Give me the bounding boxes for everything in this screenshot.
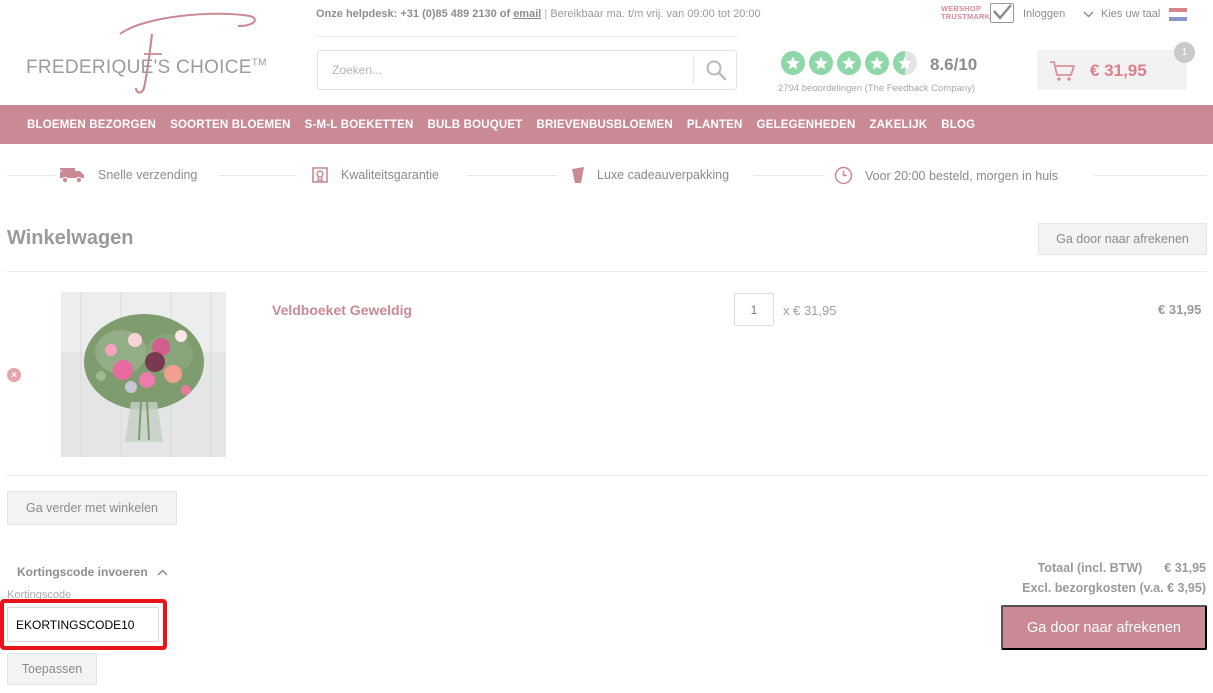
coupon-toggle[interactable]: Kortingscode invoeren xyxy=(17,565,168,579)
feedback-rating[interactable]: 8.6/10 2794 beoordelingen (The Feedback … xyxy=(778,50,1001,100)
rating-review-count: 2794 beoordelingen (The Feedback Company… xyxy=(778,83,975,94)
chevron-up-icon xyxy=(157,568,168,576)
helpdesk-email-link[interactable]: email xyxy=(513,8,541,20)
login-link[interactable]: Inloggen xyxy=(1023,8,1065,20)
nav-item-bulb-bouquet[interactable]: BULB BOUQUET xyxy=(427,119,522,131)
checkmark-icon xyxy=(990,3,1014,23)
usp-label: Luxe cadeauverpakking xyxy=(597,168,730,182)
apply-coupon-button[interactable]: Toepassen xyxy=(7,653,97,685)
helpdesk-hours: Bereikbaar ma. t/m vrij. van 09:00 tot 2… xyxy=(550,8,761,20)
unit-price: x € 31,95 xyxy=(783,303,837,318)
cart-count-badge: 1 xyxy=(1174,42,1195,63)
language-label: Kies uw taal xyxy=(1101,8,1161,20)
trustmark-label: WEBSHOP TRUSTMARK xyxy=(941,4,991,21)
total-row: Totaal (incl. BTW) € 31,95 xyxy=(1022,558,1206,578)
shopping-cart-icon xyxy=(1050,61,1075,81)
usp-item-delivery-time: Voor 20:00 besteld, morgen in huis xyxy=(834,166,1058,185)
line-total: € 31,95 xyxy=(1158,302,1202,317)
header-cart-total: € 31,95 xyxy=(1090,61,1147,80)
header-cart-button[interactable]: € 31,95 xyxy=(1037,50,1187,90)
shipping-note: Excl. bezorgkosten (v.a. € 3,95) xyxy=(1022,581,1206,595)
logo-swash-graphic xyxy=(119,12,256,94)
usp-item-quality: Kwaliteitsgarantie xyxy=(311,166,439,184)
usp-divider-line xyxy=(219,175,297,176)
usp-item-giftwrap: Luxe cadeauverpakking xyxy=(571,166,729,184)
dutch-flag-icon[interactable] xyxy=(1169,8,1187,21)
coupon-toggle-label: Kortingscode invoeren xyxy=(17,565,148,579)
usp-label: Snelle verzending xyxy=(98,168,198,182)
usp-divider-line xyxy=(1094,175,1207,176)
site-header: FREDERIQUE'S CHOICETM Onze helpdesk: +31… xyxy=(0,0,1213,105)
coupon-field-label: Kortingscode xyxy=(7,589,72,601)
site-logo[interactable]: FREDERIQUE'S CHOICETM xyxy=(24,10,267,95)
star-icon xyxy=(809,51,833,75)
chevron-down-icon xyxy=(1083,10,1094,18)
star-icon xyxy=(781,51,805,75)
bouquet-photo xyxy=(61,292,226,457)
shipping-row: Excl. bezorgkosten (v.a. € 3,95) xyxy=(1022,578,1206,598)
divider xyxy=(7,475,1207,476)
checkout-button-bottom[interactable]: Ga door naar afrekenen xyxy=(1001,605,1207,650)
language-selector[interactable]: Kies uw taal xyxy=(1083,8,1160,20)
search-input[interactable] xyxy=(318,51,693,89)
nav-item-blog[interactable]: BLOG xyxy=(941,119,975,131)
nav-item-sml-boeketten[interactable]: S-M-L BOEKETTEN xyxy=(305,119,414,131)
usp-label: Voor 20:00 besteld, morgen in huis xyxy=(865,168,1059,183)
nav-item-soorten-bloemen[interactable]: SOORTEN BLOEMEN xyxy=(170,119,291,131)
total-label: Totaal (incl. BTW) xyxy=(1037,561,1143,575)
quantity-input[interactable] xyxy=(734,293,774,326)
product-image[interactable] xyxy=(61,292,226,457)
search-button[interactable] xyxy=(694,51,737,89)
helpdesk-divider xyxy=(316,36,738,37)
quality-badge-icon xyxy=(312,167,328,183)
remove-item-icon[interactable]: × xyxy=(7,368,21,382)
helpdesk-separator: | xyxy=(544,8,548,20)
nav-item-bloemen-bezorgen[interactable]: BLOEMEN BEZORGEN xyxy=(27,119,156,131)
helpdesk-info: Onze helpdesk: +31 (0)85 489 2130 of ema… xyxy=(316,8,761,20)
main-navigation: BLOEMEN BEZORGEN SOORTEN BLOEMEN S-M-L B… xyxy=(0,105,1213,144)
star-icon xyxy=(837,51,861,75)
usp-divider-line xyxy=(7,175,55,176)
half-star-icon xyxy=(893,51,917,75)
rating-score: 8.6/10 xyxy=(930,55,978,74)
nav-item-planten[interactable]: PLANTEN xyxy=(687,119,743,131)
order-totals: Totaal (incl. BTW) € 31,95 Excl. bezorgk… xyxy=(1022,558,1206,598)
logo-wordmark: FREDERIQUE'S CHOICETM xyxy=(26,57,267,78)
truck-icon xyxy=(58,168,84,184)
webshop-trustmark-badge[interactable]: WEBSHOP TRUSTMARK xyxy=(941,3,1015,25)
usp-divider-line xyxy=(753,175,825,176)
checkout-button-top[interactable]: Ga door naar afrekenen xyxy=(1038,223,1207,255)
rating-stars xyxy=(781,51,917,75)
star-icon xyxy=(865,51,889,75)
clock-icon xyxy=(834,166,853,185)
usp-item-shipping: Snelle verzending xyxy=(58,166,197,184)
usp-label: Kwaliteitsgarantie xyxy=(341,168,439,182)
usp-divider-line xyxy=(467,175,557,176)
total-value: € 31,95 xyxy=(1164,561,1206,575)
divider xyxy=(7,271,1207,272)
nav-item-gelegenheden[interactable]: GELEGENHEDEN xyxy=(757,119,856,131)
nav-item-brievenbusbloemen[interactable]: BRIEVENBUSBLOEMEN xyxy=(537,119,673,131)
search-icon xyxy=(706,60,726,81)
coupon-code-input[interactable] xyxy=(7,607,159,642)
usp-bar: Snelle verzending Kwaliteitsgarantie Lux… xyxy=(0,165,1213,187)
nav-item-zakelijk[interactable]: ZAKELIJK xyxy=(869,119,927,131)
page-title: Winkelwagen xyxy=(7,227,134,249)
search-bar xyxy=(317,50,737,90)
product-name-link[interactable]: Veldboeket Geweldig xyxy=(272,302,412,318)
continue-shopping-button[interactable]: Ga verder met winkelen xyxy=(7,491,177,525)
gift-wrap-icon xyxy=(572,167,584,183)
helpdesk-phone: Onze helpdesk: +31 (0)85 489 2130 of xyxy=(316,8,511,20)
